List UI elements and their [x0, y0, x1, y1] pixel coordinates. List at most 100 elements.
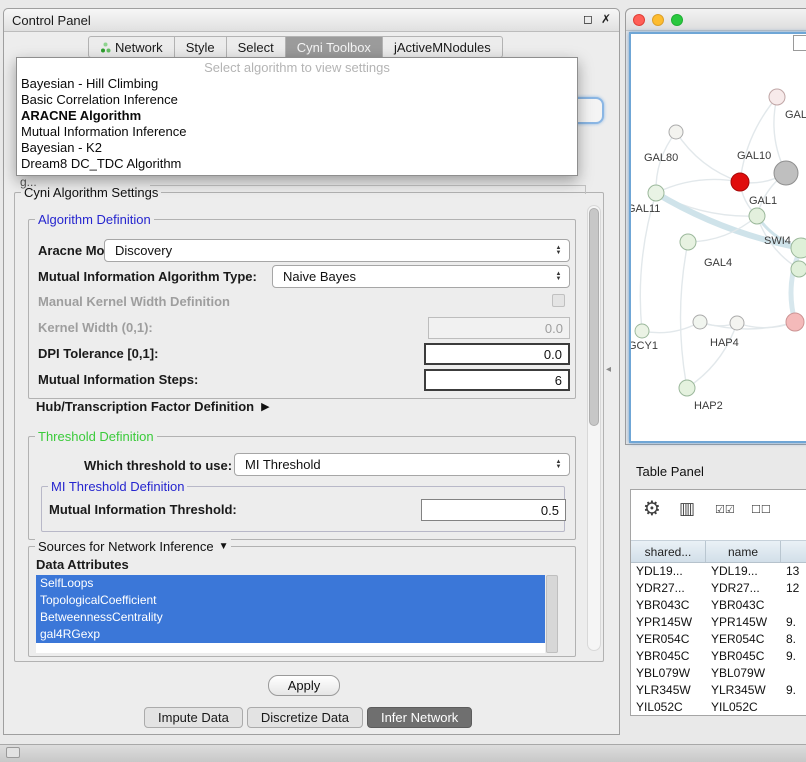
minimize-button[interactable] [652, 14, 664, 26]
network-canvas-svg: GAL80GAL10GAL11GAL1SWI4GAL4GCY1HAP4HAP2G… [631, 34, 806, 441]
aracne-mode-select[interactable]: Discovery ▲▼ [104, 239, 570, 262]
bottom-tab-discretize-data[interactable]: Discretize Data [247, 707, 363, 728]
algorithm-option-basic-correlation-inference[interactable]: Basic Correlation Inference [17, 92, 577, 108]
dpi-tolerance-label: DPI Tolerance [0,1]: [38, 346, 158, 361]
data-attributes-list: SelfLoopsTopologicalCoefficientBetweenne… [36, 575, 545, 653]
table-row[interactable]: YDL19...YDL19...13 [631, 563, 806, 580]
table-row[interactable]: YLR345WYLR345W9. [631, 682, 806, 699]
close-button[interactable] [633, 14, 645, 26]
manual-kernel-checkbox [552, 294, 565, 307]
table-cell: YBR043C [706, 597, 781, 614]
zoom-button[interactable] [671, 14, 683, 26]
network-node[interactable] [749, 208, 765, 224]
network-edge [687, 323, 737, 388]
attribute-item-selfloops[interactable]: SelfLoops [36, 575, 545, 592]
table-toolbar: ⚙ ▥ ☑☑ ☐☐ [631, 490, 806, 540]
network-edge [680, 242, 688, 388]
network-node[interactable] [680, 234, 696, 250]
which-threshold-select[interactable]: MI Threshold ▲▼ [234, 453, 570, 476]
select-all-icon[interactable]: ☑☑ [715, 503, 735, 516]
hub-definition-toggle[interactable]: Hub/Transcription Factor Definition ▶ [36, 399, 270, 414]
kernel-width-label: Kernel Width (0,1): [38, 320, 153, 335]
mi-steps-label: Mutual Information Steps: [38, 372, 198, 387]
algorithm-option-bayesian-k2[interactable]: Bayesian - K2 [17, 140, 577, 156]
threshold-definition-title: Threshold Definition [35, 429, 157, 444]
settings-scrollbar[interactable] [587, 205, 601, 651]
network-node[interactable] [730, 316, 744, 330]
cyni-bottom-tabs: Impute DataDiscretize DataInfer Network [144, 707, 472, 728]
attribute-item-betweennesscentrality[interactable]: BetweennessCentrality [36, 609, 545, 626]
sources-title[interactable]: Sources for Network Inference ▼ [35, 539, 231, 554]
table-cell: YBR045C [706, 648, 781, 665]
panel-dock-icon[interactable] [6, 747, 20, 758]
dpi-tolerance-field[interactable]: 0.0 [424, 343, 570, 365]
tab-select[interactable]: Select [227, 37, 286, 57]
apply-button[interactable]: Apply [268, 675, 340, 696]
tab-style[interactable]: Style [175, 37, 227, 57]
mi-threshold-field[interactable]: 0.5 [421, 499, 566, 521]
table-row[interactable]: YER054CYER054C8. [631, 631, 806, 648]
settings-group-title: Cyni Algorithm Settings [21, 185, 161, 200]
network-node[interactable] [679, 380, 695, 396]
network-node[interactable] [669, 125, 683, 139]
columns-icon[interactable]: ▥ [679, 499, 695, 519]
network-icon [100, 42, 111, 53]
network-node[interactable] [648, 185, 664, 201]
table-cell [781, 597, 806, 614]
bottom-tab-impute-data[interactable]: Impute Data [144, 707, 243, 728]
network-node[interactable] [693, 315, 707, 329]
network-node[interactable] [635, 324, 649, 338]
column-header-name[interactable]: name [706, 541, 781, 562]
mi-type-select[interactable]: Naive Bayes ▲▼ [272, 265, 570, 288]
network-edge [656, 179, 740, 193]
tab-network[interactable]: Network [89, 37, 175, 57]
splitter-collapse-icon[interactable]: ◂ [606, 364, 611, 375]
table-row[interactable]: YIL052CYIL052C [631, 699, 806, 715]
network-node[interactable] [791, 261, 806, 277]
table-cell: YBR045C [631, 648, 706, 665]
table-cell: YLR345W [631, 682, 706, 699]
attribute-item-gal4rgexp[interactable]: gal4RGexp [36, 626, 545, 643]
node-label-gal1: GAL1 [749, 195, 777, 207]
algorithm-option-mutual-information-inference[interactable]: Mutual Information Inference [17, 124, 577, 140]
network-window-titlebar[interactable] [626, 9, 806, 31]
node-label-gal11: GAL11 [631, 203, 660, 215]
network-node[interactable] [786, 313, 804, 331]
control-panel-titlebar[interactable]: Control Panel ◻ ✗ [4, 9, 619, 32]
network-node[interactable] [791, 238, 806, 258]
close-panel-icon[interactable]: ✗ [601, 12, 611, 26]
table-row[interactable]: YBR043CYBR043C [631, 597, 806, 614]
column-header-partial[interactable] [781, 541, 806, 562]
algorithm-option-dream8-dc-tdc-algorithm[interactable]: Dream8 DC_TDC Algorithm [17, 156, 577, 172]
table-row[interactable]: YBR045CYBR045C9. [631, 648, 806, 665]
network-node[interactable] [774, 161, 798, 185]
attribute-item-topologicalcoefficient[interactable]: TopologicalCoefficient [36, 592, 545, 609]
combo-arrows-icon: ▲▼ [551, 460, 566, 470]
table-row[interactable]: YPR145WYPR145W9. [631, 614, 806, 631]
table-header: shared...name [631, 540, 806, 563]
network-canvas[interactable]: GAL80GAL10GAL11GAL1SWI4GAL4GCY1HAP4HAP2G… [629, 32, 806, 443]
table-cell: 9. [781, 614, 806, 631]
float-window-icon[interactable]: ◻ [583, 12, 593, 26]
network-node[interactable] [769, 89, 785, 105]
deselect-all-icon[interactable]: ☐☐ [751, 503, 771, 516]
node-label-hap2: HAP2 [694, 400, 723, 412]
network-node[interactable] [731, 173, 749, 191]
tab-jactivemnodules[interactable]: jActiveMNodules [383, 37, 502, 57]
gear-icon[interactable]: ⚙ [643, 496, 661, 521]
node-label-hap4: HAP4 [710, 337, 739, 349]
column-header-shared-[interactable]: shared... [631, 541, 706, 562]
status-strip [0, 744, 806, 762]
table-row[interactable]: YBL079WYBL079W [631, 665, 806, 682]
settings-scrollbar-thumb[interactable] [589, 208, 599, 426]
algorithm-option-bayesian-hill-climbing[interactable]: Bayesian - Hill Climbing [17, 76, 577, 92]
attributes-scrollbar[interactable] [546, 575, 558, 653]
bottom-tab-infer-network[interactable]: Infer Network [367, 707, 472, 728]
algorithm-options-list: Bayesian - Hill ClimbingBasic Correlatio… [17, 76, 577, 172]
algorithm-option-aracne-algorithm[interactable]: ARACNE Algorithm [17, 108, 577, 124]
birdseye-box[interactable] [793, 35, 806, 51]
mi-steps-field[interactable]: 6 [424, 369, 570, 391]
table-row[interactable]: YDR27...YDR27...12 [631, 580, 806, 597]
tab-cyni-toolbox[interactable]: Cyni Toolbox [286, 37, 383, 57]
control-panel-window: Control Panel ◻ ✗ NetworkStyleSelectCyni… [3, 8, 620, 735]
